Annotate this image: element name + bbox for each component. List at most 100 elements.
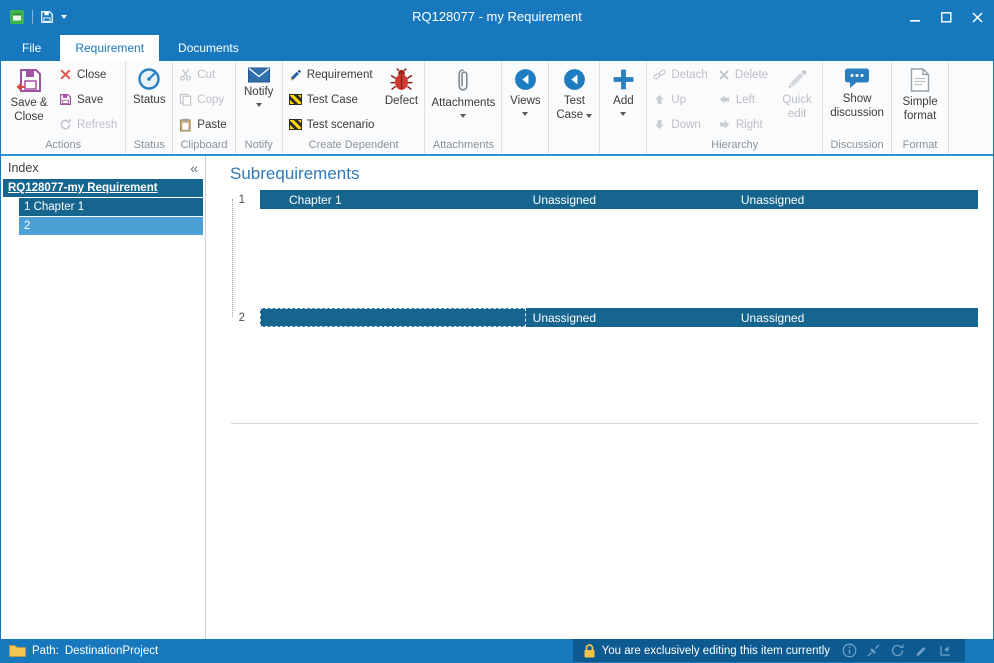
add-button[interactable]: Add	[602, 62, 644, 139]
create-test-case-button[interactable]: Test Case	[285, 87, 381, 112]
ribbon-group-views: Views	[502, 61, 549, 154]
test-scenario-hazard-icon	[289, 119, 302, 130]
create-requirement-label: Requirement	[307, 69, 373, 81]
views-button[interactable]: Views	[504, 62, 546, 139]
tab-documents[interactable]: Documents	[163, 35, 254, 61]
subrequirement-bar[interactable]: Unassigned Unassigned	[260, 308, 978, 327]
exclusive-edit-indicator: You are exclusively editing this item cu…	[573, 639, 840, 662]
dropdown-caret-icon	[460, 114, 466, 118]
requirement-pen-icon	[289, 68, 302, 81]
index-collapse-icon[interactable]: «	[190, 161, 198, 175]
create-defect-button[interactable]: Defect	[380, 62, 422, 139]
dropdown-caret-icon[interactable]	[61, 15, 67, 19]
connection-icon[interactable]	[866, 643, 881, 658]
app-icon[interactable]	[9, 9, 25, 25]
attachments-button[interactable]: Attachments	[427, 62, 499, 139]
subrequirement-col3-cell[interactable]: Unassigned	[734, 190, 978, 209]
status-button[interactable]: Status	[128, 62, 170, 139]
right-button[interactable]: Right	[714, 112, 774, 137]
test-case-button[interactable]: Test Case	[551, 62, 597, 139]
subrequirement-col2-cell[interactable]: Unassigned	[526, 190, 734, 209]
ribbon-group-add: Add	[600, 61, 647, 154]
notify-envelope-icon	[248, 67, 270, 83]
statusbar-path: Path: DestinationProject	[1, 644, 166, 657]
index-panel: Index « RQ128077-my Requirement 1 Chapte…	[1, 156, 206, 639]
discussion-bubble-icon	[844, 67, 870, 90]
ribbon-group-create-dependent: Requirement Test Case Test scenario Defe…	[283, 61, 426, 154]
simple-format-button[interactable]: Simple format	[894, 62, 946, 139]
down-button[interactable]: Down	[649, 112, 713, 137]
views-label: Views	[510, 95, 540, 109]
save-close-button[interactable]: Save & Close	[3, 62, 55, 139]
tree-item-root[interactable]: RQ128077-my Requirement	[3, 179, 203, 197]
quick-edit-label: Quick edit	[778, 94, 816, 121]
delete-button[interactable]: Delete	[714, 62, 774, 87]
save-icon	[59, 93, 72, 106]
paste-button[interactable]: Paste	[175, 112, 232, 137]
notify-button[interactable]: Notify	[238, 62, 280, 139]
close-button[interactable]: Close	[55, 62, 123, 87]
info-icon[interactable]	[842, 643, 857, 658]
ribbon-group-discussion: Show discussion Discussion	[823, 61, 892, 154]
history-icon[interactable]	[890, 643, 905, 658]
group-label-notify: Notify	[238, 139, 280, 154]
path-value: DestinationProject	[65, 645, 158, 657]
tab-requirement[interactable]: Requirement	[60, 35, 159, 61]
show-discussion-button[interactable]: Show discussion	[825, 62, 889, 139]
index-tree: RQ128077-my Requirement 1 Chapter 1 2	[1, 179, 205, 236]
detach-button[interactable]: Detach	[649, 62, 713, 87]
cut-button[interactable]: Cut	[175, 62, 232, 87]
statusbar-resize-corner[interactable]	[965, 639, 993, 662]
quick-save-icon[interactable]	[40, 10, 54, 24]
subrequirement-bar[interactable]: Chapter 1 Unassigned Unassigned	[260, 190, 978, 209]
path-label: Path:	[32, 645, 59, 657]
group-label-discussion: Discussion	[825, 139, 889, 154]
create-requirement-button[interactable]: Requirement	[285, 62, 381, 87]
tab-file[interactable]: File	[7, 35, 56, 61]
left-button[interactable]: Left	[714, 87, 774, 112]
statusbar-right: You are exclusively editing this item cu…	[573, 639, 965, 662]
defect-bug-icon	[389, 67, 414, 92]
test-case-circle-icon	[562, 67, 587, 92]
window-title: RQ128077 - my Requirement	[1, 1, 993, 33]
close-window-button[interactable]	[962, 1, 993, 33]
quick-edit-button[interactable]: Quick edit	[774, 62, 820, 139]
up-button[interactable]: Up	[649, 87, 713, 112]
ribbon-group-status: Status Status	[126, 61, 173, 154]
index-panel-header: Index «	[1, 156, 205, 179]
pen-icon[interactable]	[914, 643, 929, 658]
paste-label: Paste	[197, 119, 226, 131]
tree-item-chapter-1[interactable]: 1 Chapter 1	[19, 198, 203, 216]
save-button[interactable]: Save	[55, 87, 123, 112]
right-label: Right	[736, 119, 763, 131]
cut-label: Cut	[197, 69, 215, 81]
tree-connector-line	[232, 199, 233, 317]
maximize-button[interactable]	[931, 1, 962, 33]
copy-button[interactable]: Copy	[175, 87, 232, 112]
dropdown-caret-icon	[586, 114, 592, 118]
maximize-icon	[941, 12, 952, 23]
ribbon-group-actions: Save & Close Close Save Refresh	[1, 61, 126, 154]
close-label: Close	[77, 69, 106, 81]
group-label-hierarchy: Hierarchy	[649, 139, 820, 154]
save-close-label: Save & Close	[7, 97, 51, 124]
subrequirement-title-cell[interactable]: Chapter 1	[260, 190, 526, 209]
attachments-label: Attachments	[431, 97, 495, 111]
save-close-icon	[16, 67, 43, 94]
minimize-button[interactable]	[900, 1, 931, 33]
lock-icon	[583, 643, 596, 659]
create-test-scenario-button[interactable]: Test scenario	[285, 112, 381, 137]
body-area: Index « RQ128077-my Requirement 1 Chapte…	[1, 156, 993, 639]
tree-item-2[interactable]: 2	[19, 217, 203, 235]
select-icon[interactable]	[938, 643, 953, 658]
subrequirement-col2-cell[interactable]: Unassigned	[526, 308, 734, 327]
subrequirement-col3-cell[interactable]: Unassigned	[734, 308, 978, 327]
subrequirement-row[interactable]: 1 Chapter 1 Unassigned Unassigned	[231, 190, 978, 209]
refresh-button[interactable]: Refresh	[55, 112, 123, 137]
left-label: Left	[736, 94, 755, 106]
subrequirement-title-cell-editing[interactable]	[260, 308, 526, 327]
exclusive-edit-message: You are exclusively editing this item cu…	[602, 645, 830, 657]
ribbon-group-format: Simple format Format	[892, 61, 949, 154]
subrequirement-row[interactable]: 2 Unassigned Unassigned	[231, 308, 978, 327]
quick-access-toolbar	[9, 9, 67, 25]
